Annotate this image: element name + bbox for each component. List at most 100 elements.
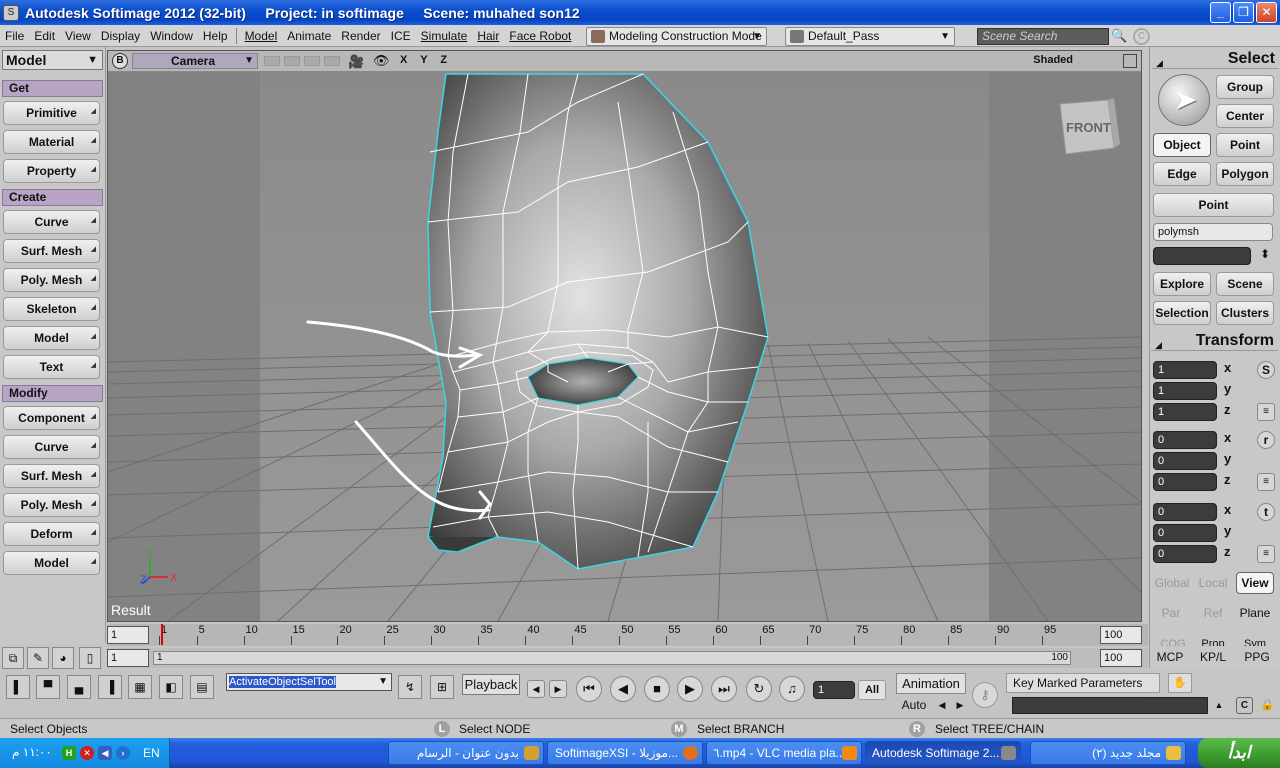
eye-icon[interactable]: 👁	[373, 53, 390, 69]
plane-button[interactable]: Plane	[1236, 606, 1274, 620]
create-surf-mesh-button[interactable]: Surf. Mesh	[3, 239, 100, 263]
create-poly-mesh-button[interactable]: Poly. Mesh	[3, 268, 100, 292]
scale-menu-icon[interactable]: ≡	[1257, 403, 1275, 421]
taskbar-vlc[interactable]: ٦.mp4 - VLC media pla...	[706, 741, 862, 765]
section-get[interactable]: Get	[2, 80, 103, 97]
section-modify[interactable]: Modify	[2, 385, 103, 402]
scale-z-field[interactable]: 1	[1153, 403, 1217, 421]
selection-button[interactable]: Selection	[1153, 301, 1211, 325]
ref-button[interactable]: Ref	[1195, 606, 1231, 620]
playback-button[interactable]: Playback	[462, 674, 520, 695]
command-select[interactable]: ActivateObjectSelTool ▼	[226, 673, 392, 691]
loop-icon[interactable]: ↻	[746, 676, 772, 702]
par-button[interactable]: Par	[1153, 606, 1189, 620]
menu-face-robot[interactable]: Face Robot	[504, 26, 576, 46]
menu-file[interactable]: File	[0, 26, 29, 46]
view-cube[interactable]: FRONT	[1059, 98, 1120, 155]
start-button[interactable]: ابدأ	[1198, 738, 1280, 768]
current-frame-field[interactable]: 1	[813, 681, 855, 699]
rotate-y-label[interactable]: y	[1224, 451, 1231, 466]
chevron-up-icon[interactable]: ▲	[1212, 697, 1226, 714]
first-frame-icon[interactable]: ⏮	[576, 676, 602, 702]
modify-surf-mesh-button[interactable]: Surf. Mesh	[3, 464, 100, 488]
modify-deform-button[interactable]: Deform	[3, 522, 100, 546]
section-create[interactable]: Create	[2, 189, 103, 206]
layout-icon[interactable]: ⧉	[2, 647, 24, 669]
search-icon[interactable]: 🔍	[1111, 28, 1128, 45]
taskbar-firefox[interactable]: SoftimageXSI - موزيلا...	[547, 741, 703, 765]
create-text-button[interactable]: Text	[3, 355, 100, 379]
modify-model-button[interactable]: Model	[3, 551, 100, 575]
restore-button[interactable]: ❐	[1233, 2, 1254, 23]
menu-help[interactable]: Help	[198, 26, 233, 46]
scene-button[interactable]: Scene	[1216, 272, 1274, 296]
auto-key-button[interactable]: Auto	[896, 696, 932, 714]
antivirus-icon[interactable]: ✕	[80, 746, 94, 760]
refresh-c-icon[interactable]: C	[1133, 28, 1150, 45]
marked-parameters-field[interactable]	[1012, 697, 1208, 714]
taskbar-paint[interactable]: بدون عنوان - الرسام	[388, 741, 544, 765]
construction-mode-select[interactable]: Modeling Construction Mode ▼	[586, 27, 767, 46]
sym-button[interactable]: Sym	[1237, 638, 1273, 646]
speaker-icon[interactable]: ◀	[98, 746, 112, 760]
all-button[interactable]: All	[858, 680, 886, 700]
explore-button[interactable]: Explore	[1153, 272, 1211, 296]
view-button[interactable]: View	[1236, 572, 1274, 594]
layout-right-icon[interactable]: ▐	[98, 675, 122, 699]
camera-icon[interactable]: 🎥	[348, 54, 364, 70]
network-icon[interactable]: H	[62, 746, 76, 760]
point-filter-button[interactable]: Point	[1153, 193, 1274, 217]
filter-arrows-icon[interactable]: ⬍	[1256, 247, 1274, 261]
menu-edit[interactable]: Edit	[29, 26, 60, 46]
menu-model[interactable]: Model	[240, 26, 283, 46]
key-icon[interactable]: ⚷	[972, 682, 998, 708]
viewport-slot[interactable]	[324, 56, 340, 66]
clock[interactable]: ١١:٠٠ م	[12, 745, 52, 759]
taskbar-folder[interactable]: مجلد جديد (٢)	[1030, 741, 1186, 765]
modify-poly-mesh-button[interactable]: Poly. Mesh	[3, 493, 100, 517]
step-back-icon[interactable]: ◀	[610, 676, 636, 702]
cog-button[interactable]: COG	[1155, 638, 1191, 646]
rotate-z-label[interactable]: z	[1224, 472, 1231, 487]
ppg-tab[interactable]: PPG	[1239, 650, 1275, 664]
play-icon[interactable]: ▶	[677, 676, 703, 702]
rotate-toggle-button[interactable]: r	[1257, 431, 1275, 449]
prop-button[interactable]: Prop	[1195, 638, 1231, 646]
group-button[interactable]: Group	[1216, 75, 1274, 99]
layout-quad-icon[interactable]: ▦	[128, 675, 152, 699]
mcp-tab[interactable]: MCP	[1152, 650, 1188, 664]
rotate-x-field[interactable]: 0	[1153, 431, 1217, 449]
create-curve-button[interactable]: Curve	[3, 210, 100, 234]
translate-z-field[interactable]: 0	[1153, 545, 1217, 563]
close-button[interactable]: ✕	[1256, 2, 1277, 23]
object-mode-button[interactable]: Object	[1153, 133, 1211, 157]
scale-y-label[interactable]: y	[1224, 381, 1231, 396]
layout-split-icon[interactable]: ◧	[159, 675, 183, 699]
timeline-end-field[interactable]: 100	[1100, 626, 1142, 644]
shading-mode[interactable]: Shaded	[1033, 54, 1073, 66]
toolbox-icon[interactable]: ⊞	[430, 675, 454, 699]
translate-x-label[interactable]: x	[1224, 502, 1231, 517]
menu-hair[interactable]: Hair	[472, 26, 504, 46]
selection-name-field[interactable]: polymsh	[1153, 223, 1273, 241]
maximize-viewport-icon[interactable]	[1123, 54, 1137, 68]
modify-curve-button[interactable]: Curve	[3, 435, 100, 459]
polygon-mode-button[interactable]: Polygon	[1216, 162, 1274, 186]
layout-top-icon[interactable]: ▀	[36, 675, 60, 699]
next-key-icon[interactable]: ▶	[549, 680, 567, 698]
pass-select[interactable]: Default_Pass ▼	[785, 27, 955, 46]
property-button[interactable]: Property	[3, 159, 100, 183]
audio-icon[interactable]: ♫	[779, 676, 805, 702]
select-tool-button[interactable]: ➤	[1158, 74, 1210, 126]
layout-custom-icon[interactable]: ▤	[190, 675, 214, 699]
selection-extra-field[interactable]	[1153, 247, 1251, 265]
rotate-menu-icon[interactable]: ≡	[1257, 473, 1275, 491]
scale-z-label[interactable]: z	[1224, 402, 1231, 417]
menu-view[interactable]: View	[60, 26, 96, 46]
stop-icon[interactable]: ■	[644, 676, 670, 702]
rotate-z-field[interactable]: 0	[1153, 473, 1217, 491]
brush-icon[interactable]: ✎	[27, 647, 49, 669]
camera-select[interactable]: Camera ▼	[132, 53, 258, 69]
layout-left-icon[interactable]: ▌	[6, 675, 30, 699]
toolbar-mode-select[interactable]: Model ▼	[2, 50, 103, 70]
